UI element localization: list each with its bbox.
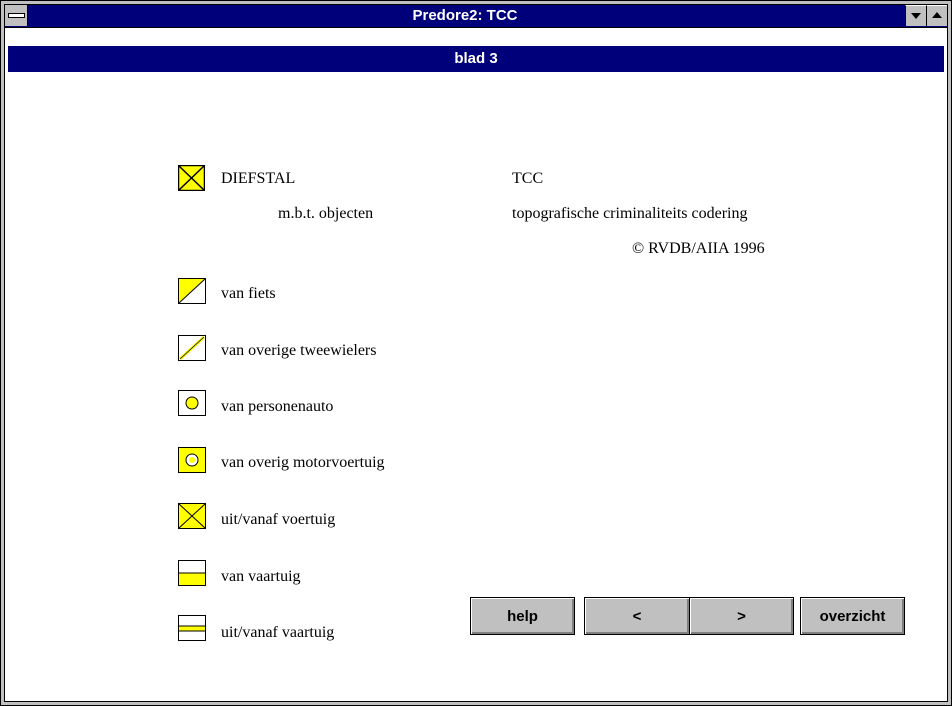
circle-filled-icon <box>178 390 206 416</box>
help-button[interactable]: help <box>470 597 575 635</box>
copyright-label: © RVDB/AIIA 1996 <box>632 240 765 257</box>
triangle-down-icon <box>911 13 921 19</box>
legend-label-motorvoertuig: van overig motorvoertuig <box>221 454 385 471</box>
diefstal-symbol-icon <box>178 165 205 191</box>
legend-label-tweewielers: van overige tweewielers <box>221 342 377 359</box>
title-bar[interactable]: Predore2: TCC <box>5 5 947 28</box>
diefstal-label: DIEFSTAL <box>221 170 296 187</box>
diefstal-sub-label: m.b.t. objecten <box>278 205 374 222</box>
legend-label-vaartuig: van vaartuig <box>221 568 301 585</box>
legend-label-personenauto: van personenauto <box>221 398 334 415</box>
content-area: DIEFSTAL m.b.t. objecten TCC topografisc… <box>10 73 938 696</box>
tcc-label: TCC <box>512 170 544 187</box>
system-menu-icon <box>8 13 25 18</box>
legend-label-fiets: van fiets <box>221 285 276 302</box>
bottom-half-icon <box>178 560 206 586</box>
circle-outline-icon <box>178 447 206 473</box>
legend-label-uit-vaartuig: uit/vanaf vaartuig <box>221 624 335 641</box>
diagonal-filled-icon <box>178 278 206 304</box>
maximize-button[interactable] <box>926 5 947 26</box>
system-menu-button[interactable] <box>5 5 28 26</box>
minimize-button[interactable] <box>905 5 926 26</box>
tcc-full-label: topografische criminaliteits codering <box>512 205 748 222</box>
page-title: blad 3 <box>8 46 944 72</box>
diagonal-outline-icon <box>178 335 206 361</box>
cross-icon <box>178 503 206 529</box>
triangle-up-icon <box>932 12 942 18</box>
application-window: Predore2: TCC blad 3 DIEFSTAL m.b.t. obj… <box>0 0 952 706</box>
middle-band-icon <box>178 615 206 641</box>
overview-button[interactable]: overzicht <box>800 597 905 635</box>
legend-label-uit-voertuig: uit/vanaf voertuig <box>221 511 336 528</box>
next-button[interactable]: > <box>689 597 794 635</box>
previous-button[interactable]: < <box>584 597 690 635</box>
window-title: Predore2: TCC <box>412 7 518 24</box>
